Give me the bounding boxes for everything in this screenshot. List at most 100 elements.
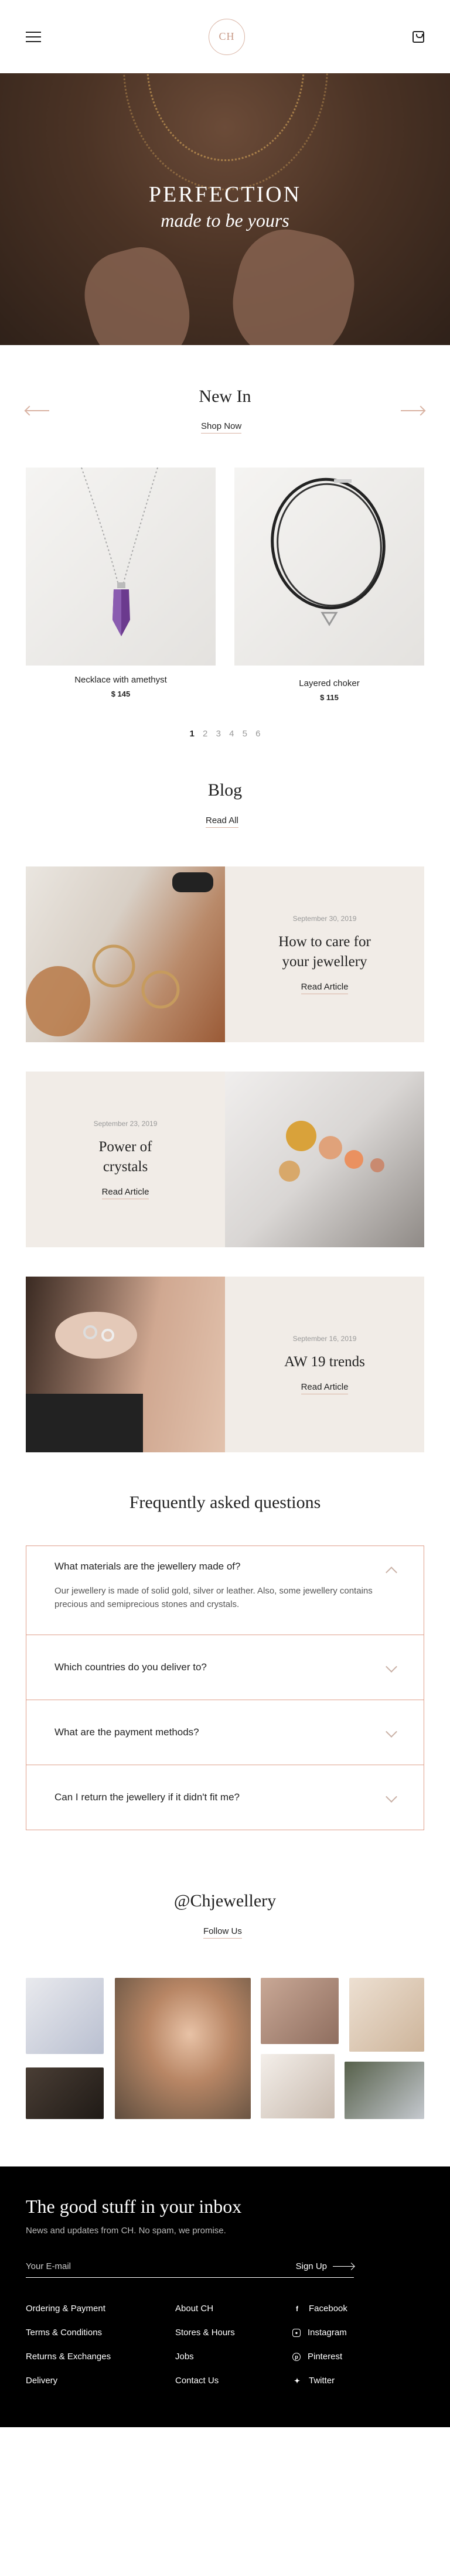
newsletter-title: The good stuff in your inbox: [26, 2196, 242, 2217]
faq-answer: Our jewellery is made of solid gold, sil…: [54, 1586, 373, 1609]
footer-link[interactable]: About CH: [175, 2304, 292, 2314]
footer-social: f Facebook • Instagram p Pinterest ✦ Twitter: [292, 2304, 347, 2386]
facebook-link[interactable]: f Facebook: [292, 2304, 347, 2314]
footer-link[interactable]: Contact Us: [175, 2376, 292, 2386]
footer-link[interactable]: Terms & Conditions: [26, 2328, 175, 2338]
read-article-link[interactable]: Read Article: [301, 1382, 349, 1395]
sign-up-label: Sign Up: [295, 2261, 327, 2271]
crystals-image-icon: [279, 1121, 384, 1182]
page-link[interactable]: 5: [243, 729, 247, 739]
shopping-bag-icon[interactable]: [412, 30, 424, 43]
blog-date: September 30, 2019: [292, 914, 357, 923]
faq-question[interactable]: What materials are the jewellery made of…: [54, 1546, 400, 1581]
hand-decor: [222, 220, 364, 345]
page-link[interactable]: 2: [203, 729, 207, 739]
product-name[interactable]: Layered choker: [234, 678, 424, 688]
social-label: Instagram: [308, 2328, 347, 2338]
instagram-icon: •: [292, 2328, 301, 2337]
arrow-right-icon[interactable]: [401, 410, 424, 411]
blog-title: Blog: [207, 780, 243, 800]
social-label: Pinterest: [308, 2352, 343, 2362]
blog-post[interactable]: September 30, 2019 How to care for your …: [26, 866, 424, 1042]
hand-decor: [74, 238, 201, 345]
instagram-photo[interactable]: [349, 1978, 424, 2052]
product-card[interactable]: Necklace with amethyst $ 145: [26, 468, 216, 698]
footer-link[interactable]: Stores & Hours: [175, 2328, 292, 2338]
faq-item[interactable]: What materials are the jewellery made of…: [26, 1546, 424, 1635]
instagram-photo[interactable]: [115, 1978, 251, 2119]
product-price: $ 115: [320, 693, 339, 702]
faq-question[interactable]: Can I return the jewellery if it didn't …: [54, 1765, 400, 1830]
twitter-link[interactable]: ✦ Twitter: [292, 2376, 347, 2386]
instagram-handle: @Chjewellery: [173, 1891, 277, 1910]
instagram-photo[interactable]: [261, 1978, 339, 2044]
page-link[interactable]: 3: [216, 729, 221, 739]
blog-text: September 30, 2019 How to care for your …: [225, 866, 424, 1042]
footer-link[interactable]: Delivery: [26, 2376, 175, 2386]
site-footer: The good stuff in your inbox News and up…: [0, 2166, 450, 2427]
sign-up-button[interactable]: Sign Up: [296, 2261, 354, 2271]
footer-column: About CH Stores & Hours Jobs Contact Us: [175, 2304, 292, 2386]
twitter-icon: ✦: [294, 2376, 301, 2385]
product-pagination: 1 2 3 4 5 6: [0, 729, 450, 739]
email-field[interactable]: [26, 2261, 260, 2271]
instagram-link[interactable]: • Instagram: [292, 2328, 347, 2338]
footer-link[interactable]: Ordering & Payment: [26, 2304, 175, 2314]
blog-date: September 23, 2019: [93, 1119, 158, 1128]
blog-post-title[interactable]: Power of crystals: [87, 1137, 163, 1177]
page-link[interactable]: 4: [229, 729, 234, 739]
follow-us-link[interactable]: Follow Us: [203, 1926, 242, 1939]
faq-item[interactable]: Can I return the jewellery if it didn't …: [26, 1765, 424, 1830]
logo[interactable]: CH: [209, 18, 245, 55]
instagram-photo[interactable]: [26, 1978, 104, 2054]
blog-post[interactable]: September 16, 2019 AW 19 trends Read Art…: [26, 1277, 424, 1452]
blog-post-title[interactable]: AW 19 trends: [284, 1352, 365, 1372]
blog-image[interactable]: [225, 1072, 424, 1247]
amethyst-necklace-icon: [81, 468, 158, 636]
faq-item[interactable]: Which countries do you deliver to?: [26, 1635, 424, 1700]
instagram-photo[interactable]: [345, 2062, 424, 2119]
footer-link[interactable]: Jobs: [175, 2352, 292, 2362]
pinterest-link[interactable]: p Pinterest: [292, 2352, 347, 2362]
arrow-left-icon[interactable]: [26, 410, 49, 411]
blog-text: September 23, 2019 Power of crystals Rea…: [26, 1072, 225, 1247]
pinterest-icon: p: [292, 2352, 301, 2361]
hero-banner: PERFECTION made to be yours: [0, 73, 450, 345]
faq-item[interactable]: What are the payment methods?: [26, 1700, 424, 1765]
blog-post-title[interactable]: How to care for your jewellery: [266, 932, 383, 972]
faq-question[interactable]: Which countries do you deliver to?: [54, 1635, 400, 1700]
read-article-link[interactable]: Read Article: [101, 1187, 149, 1200]
blog-text: September 16, 2019 AW 19 trends Read Art…: [225, 1277, 424, 1452]
blog-image[interactable]: [26, 866, 225, 1042]
blog-post[interactable]: September 23, 2019 Power of crystals Rea…: [26, 1072, 424, 1247]
site-header: CH: [0, 0, 450, 73]
product-card[interactable]: Layered choker $ 115: [234, 468, 424, 702]
shop-now-link[interactable]: Shop Now: [201, 421, 242, 434]
hero-text: PERFECTION made to be yours: [0, 182, 450, 231]
product-image[interactable]: [26, 468, 216, 666]
read-article-link[interactable]: Read Article: [301, 982, 349, 995]
facebook-icon: f: [296, 2304, 298, 2313]
faq-title: Frequently asked questions: [129, 1493, 321, 1512]
product-name[interactable]: Necklace with amethyst: [26, 675, 216, 685]
read-all-link[interactable]: Read All: [206, 816, 238, 828]
instagram-photo[interactable]: [26, 2067, 104, 2119]
page-link[interactable]: 1: [190, 729, 195, 739]
faq-question[interactable]: What are the payment methods?: [54, 1700, 400, 1765]
blog-date: September 16, 2019: [292, 1334, 357, 1343]
menu-icon[interactable]: [26, 31, 41, 42]
hero-subtitle: made to be yours: [161, 210, 289, 231]
page-link[interactable]: 6: [255, 729, 260, 739]
blog-image[interactable]: [26, 1277, 225, 1452]
social-label: Twitter: [309, 2376, 335, 2386]
instagram-photo[interactable]: [261, 2054, 335, 2118]
product-image[interactable]: [234, 468, 424, 666]
necklace-chain-decor: [123, 73, 328, 190]
product-price: $ 145: [111, 690, 131, 698]
faq-accordion: What materials are the jewellery made of…: [26, 1545, 424, 1830]
rings-image-icon: [26, 1312, 143, 1452]
new-in-title: New In: [199, 387, 251, 406]
social-label: Facebook: [309, 2304, 347, 2314]
arrow-right-icon: [333, 2265, 354, 2267]
footer-link[interactable]: Returns & Exchanges: [26, 2352, 175, 2362]
